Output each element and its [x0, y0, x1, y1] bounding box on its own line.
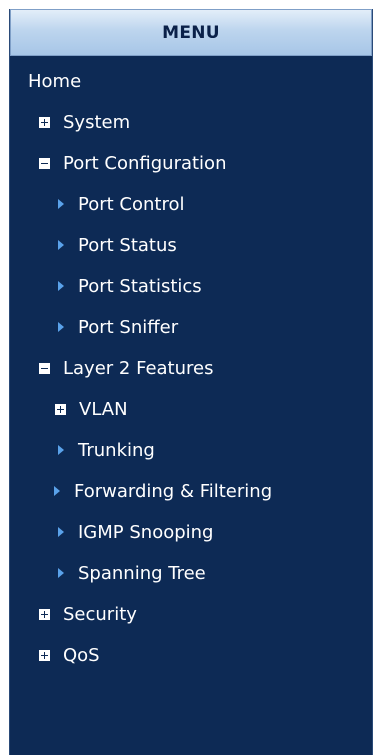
collapse-minus-icon[interactable] [39, 362, 50, 374]
menu-item-label: Forwarding & Filtering [74, 480, 273, 502]
menu-item-label: Security [63, 603, 137, 625]
menu-item-label: Port Status [78, 234, 177, 256]
menu-item-port-sniffer[interactable]: Port Sniffer [58, 312, 178, 342]
menu-item-label: IGMP Snooping [78, 521, 214, 543]
menu-item-layer-2-features[interactable]: Layer 2 Features [39, 353, 213, 383]
triangle-arrow-icon [58, 322, 64, 332]
menu-item-system[interactable]: System [39, 107, 130, 137]
triangle-arrow-icon [58, 199, 64, 209]
menu-item-label: Trunking [78, 439, 155, 461]
collapse-minus-icon[interactable] [39, 157, 50, 169]
menu-item-security[interactable]: Security [39, 599, 137, 629]
menu-item-label: Home [28, 70, 82, 92]
menu-item-port-control[interactable]: Port Control [58, 189, 184, 219]
menu-item-forwarding-filtering[interactable]: Forwarding & Filtering [54, 476, 272, 506]
menu-item-label: System [63, 111, 131, 133]
menu-item-label: Port Sniffer [78, 316, 179, 338]
menu-item-label: VLAN [79, 398, 128, 420]
triangle-arrow-icon [58, 445, 64, 455]
expand-plus-icon[interactable] [39, 649, 50, 661]
menu-header: MENU [10, 9, 372, 56]
menu-item-port-configuration[interactable]: Port Configuration [39, 148, 226, 178]
triangle-arrow-icon [58, 240, 64, 250]
menu-item-label: Port Statistics [78, 275, 202, 297]
menu-panel: MENU Home System Port Configuration Port… [9, 9, 373, 755]
expand-plus-icon[interactable] [39, 608, 50, 620]
menu-item-label: QoS [63, 644, 100, 666]
menu-item-port-statistics[interactable]: Port Statistics [58, 271, 202, 301]
menu-item-vlan[interactable]: VLAN [55, 394, 128, 424]
expand-plus-icon[interactable] [55, 403, 66, 415]
menu-item-spanning-tree[interactable]: Spanning Tree [58, 558, 206, 588]
menu-item-port-status[interactable]: Port Status [58, 230, 177, 260]
menu-item-label: Port Control [78, 193, 185, 215]
expand-plus-icon[interactable] [39, 116, 50, 128]
menu-item-home[interactable]: Home [28, 66, 81, 96]
menu-item-label: Layer 2 Features [63, 357, 214, 379]
menu-item-label: Spanning Tree [78, 562, 206, 584]
menu-item-label: Port Configuration [63, 152, 227, 174]
menu-item-qos[interactable]: QoS [39, 640, 100, 670]
triangle-arrow-icon [58, 281, 64, 291]
menu-item-igmp-snooping[interactable]: IGMP Snooping [58, 517, 213, 547]
triangle-arrow-icon [58, 568, 64, 578]
triangle-arrow-icon [58, 527, 64, 537]
menu-item-trunking[interactable]: Trunking [58, 435, 155, 465]
triangle-arrow-icon [54, 486, 60, 496]
